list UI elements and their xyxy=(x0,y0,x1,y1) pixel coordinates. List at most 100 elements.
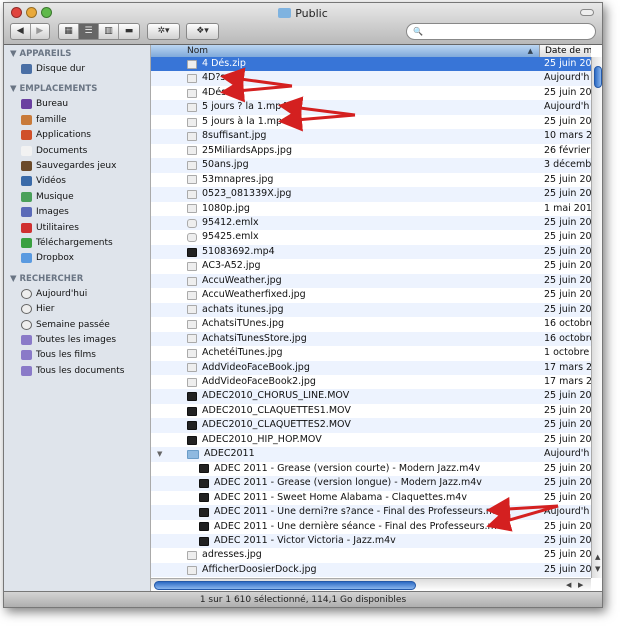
sidebar-item[interactable]: Téléchargements xyxy=(21,238,113,248)
file-row[interactable]: 8suffisant.jpg 10 mars 2 xyxy=(151,129,591,144)
file-row[interactable]: 51083692.mp4 25 juin 20 xyxy=(151,244,591,260)
file-row[interactable]: 95412.emlx 25 juin 20 xyxy=(151,215,591,231)
sort-ascending-icon: ▲ xyxy=(527,47,533,55)
file-row[interactable]: 95425.emlx 25 juin 20 xyxy=(151,230,591,244)
sidebar-item[interactable]: famille xyxy=(21,114,67,125)
file-row[interactable]: 4D?s Aujourd'h xyxy=(151,71,591,86)
file-row[interactable]: AccuWeather.jpg 25 juin 20 xyxy=(151,273,591,289)
file-name: 25MiliardsApps.jpg xyxy=(187,144,292,158)
file-row[interactable]: 4 Dés.zip 25 juin 20 xyxy=(151,57,591,72)
vertical-scrollbar[interactable]: ▲ ▼ xyxy=(591,57,602,578)
file-row[interactable]: 0523_081339X.jpg 25 juin 20 xyxy=(151,187,591,202)
search-field[interactable]: 🔍 xyxy=(406,23,596,40)
video-file-icon xyxy=(199,464,209,474)
file-row[interactable]: ADEC 2011 - Grease (version longue) - Mo… xyxy=(151,476,591,491)
sidebar-item[interactable]: Disque dur xyxy=(21,64,85,74)
file-name-text: ADEC 2011 - Grease (version longue) - Mo… xyxy=(214,477,482,489)
file-row[interactable]: 5 jours ? la 1.mp4 Aujourd'h xyxy=(151,100,591,115)
action-menu-button[interactable]: ✲▾ xyxy=(147,23,180,40)
file-row[interactable]: AchatsiTUnes.jpg 16 octobre xyxy=(151,317,591,331)
back-button[interactable]: ◀ xyxy=(11,24,31,39)
file-row[interactable]: AfficherDoosierDock.jpg 25 juin 20 xyxy=(151,562,591,578)
file-name-text: 8suffisant.jpg xyxy=(202,130,267,142)
file-icon xyxy=(187,189,197,199)
sidebar-item[interactable]: Applications xyxy=(21,130,91,141)
scroll-down-arrow[interactable]: ▼ xyxy=(595,565,600,573)
file-row[interactable]: ADEC 2011 - Grease (version courte) - Mo… xyxy=(151,462,591,476)
video-file-icon xyxy=(187,421,197,431)
file-date: 17 mars 2 xyxy=(544,375,591,387)
file-row[interactable]: achats itunes.jpg 25 juin 20 xyxy=(151,302,591,318)
music-icon xyxy=(21,191,32,202)
sidebar-item[interactable]: Tous les films xyxy=(21,350,96,361)
sidebar-item[interactable]: Bureau xyxy=(21,99,68,110)
file-row[interactable]: 5 jours à la 1.mp4 25 juin 20 xyxy=(151,115,591,129)
file-row[interactable]: AddVideoFaceBook.jpg 17 mars 2 xyxy=(151,360,591,375)
file-row[interactable]: AchatsiTunesStore.jpg 16 octobre xyxy=(151,331,591,347)
sidebar-item[interactable]: Documents xyxy=(21,145,87,156)
mail-file-icon xyxy=(187,233,197,243)
column-header-date[interactable]: Date de mo xyxy=(539,45,591,57)
file-row[interactable]: 4Dés 25 juin 20 xyxy=(151,86,591,100)
toolbar-toggle-button[interactable] xyxy=(580,9,594,16)
file-name: 4D?s xyxy=(187,71,225,85)
file-name-text: 1080p.jpg xyxy=(202,202,250,214)
scroll-up-arrow[interactable]: ▲ xyxy=(595,553,600,561)
column-view-button[interactable]: ▥ xyxy=(99,24,119,39)
file-row[interactable]: ▼ ADEC2011 Aujourd'h xyxy=(151,447,591,462)
mail-file-icon xyxy=(187,218,197,228)
sidebar-item-label: Aujourd'hui xyxy=(36,288,88,299)
file-name: AddVideoFaceBook2.jpg xyxy=(187,375,316,389)
coverflow-view-button[interactable]: ▬ xyxy=(119,24,139,39)
sidebar-item[interactable]: Aujourd'hui xyxy=(21,288,88,299)
column-header-name[interactable]: Nom ▲ xyxy=(151,45,539,57)
horizontal-scroll-thumb[interactable] xyxy=(154,581,416,590)
file-row[interactable]: AddVideoFaceBook2.jpg 17 mars 2 xyxy=(151,375,591,389)
sidebar-item[interactable]: Tous les documents xyxy=(21,365,125,376)
sidebar-item[interactable]: Musique xyxy=(21,191,74,202)
file-name-text: 53mnapres.jpg xyxy=(202,173,274,185)
file-name-text: 4 Dés.zip xyxy=(202,58,246,69)
forward-button[interactable]: ▶ xyxy=(31,24,50,39)
sidebar-item[interactable]: Utilitaires xyxy=(21,222,79,233)
file-name: ADEC2011 xyxy=(187,447,255,461)
dropbox-menu-button[interactable]: ❖▾ xyxy=(186,23,219,40)
disclosure-triangle-icon[interactable]: ▼ xyxy=(157,447,162,461)
icon-view-button[interactable]: ▦ xyxy=(59,24,79,39)
file-row[interactable]: ADEC2010_CLAQUETTES1.MOV 25 juin 20 xyxy=(151,404,591,418)
file-row[interactable]: ADEC2010_CLAQUETTES2.MOV 25 juin 20 xyxy=(151,418,591,433)
file-name: adresses.jpg xyxy=(187,548,262,562)
file-row[interactable]: AccuWeatherfixed.jpg 25 juin 20 xyxy=(151,288,591,302)
sidebar-item-label: Tous les documents xyxy=(36,365,125,376)
scroll-right-arrow[interactable]: ▶ xyxy=(578,581,583,589)
sidebar-item[interactable]: Toutes les images xyxy=(21,335,116,345)
list-view-button[interactable]: ☰ xyxy=(79,24,99,39)
scroll-left-arrow[interactable]: ◀ xyxy=(566,581,571,589)
file-row[interactable]: ADEC 2011 - Une dernière séance - Final … xyxy=(151,520,591,534)
file-row[interactable]: 1080p.jpg 1 mai 201 xyxy=(151,202,591,216)
file-icon xyxy=(187,204,197,214)
vertical-scroll-thumb[interactable] xyxy=(594,66,602,88)
file-row[interactable]: ADEC 2011 - Une derni?re s?ance - Final … xyxy=(151,505,591,520)
file-row[interactable]: 50ans.jpg 3 décemb xyxy=(151,158,591,173)
file-row[interactable]: 53mnapres.jpg 25 juin 20 xyxy=(151,173,591,187)
horizontal-scrollbar[interactable]: ◀ ▶ xyxy=(151,578,591,591)
sidebar-item[interactable]: Hier xyxy=(21,304,55,315)
file-row[interactable]: ADEC 2011 - Victor Victoria - Jazz.m4v 25… xyxy=(151,533,591,549)
sidebar-item[interactable]: Vidéos xyxy=(21,176,66,187)
file-row[interactable]: ADEC2010_HIP_HOP.MOV 25 juin 20 xyxy=(151,433,591,447)
file-row[interactable]: adresses.jpg 25 juin 20 xyxy=(151,548,591,562)
sidebar-item[interactable]: Images xyxy=(21,207,69,218)
file-row[interactable]: AC3-A52.jpg 25 juin 20 xyxy=(151,259,591,273)
sidebar-item[interactable]: Dropbox xyxy=(21,253,74,264)
file-row[interactable]: AchetéiTunes.jpg 1 octobre xyxy=(151,346,591,360)
sidebar-section-header[interactable]: ▼ EMPLACEMENTS xyxy=(10,84,97,94)
sidebar-item[interactable]: Semaine passée xyxy=(21,319,110,330)
file-row[interactable]: ADEC2010_CHORUS_LINE.MOV 25 juin 20 xyxy=(151,389,591,404)
sidebar-section-header[interactable]: ▼ RECHERCHER xyxy=(10,274,83,284)
file-row[interactable]: ADEC 2011 - Sweet Home Alabama - Claquet… xyxy=(151,491,591,505)
sidebar-section-header[interactable]: ▼ APPAREILS xyxy=(10,49,71,59)
file-row[interactable]: 25MiliardsApps.jpg 26 février xyxy=(151,144,591,158)
sidebar-item[interactable]: Sauvegardes jeux xyxy=(21,161,116,171)
file-name-text: 0523_081339X.jpg xyxy=(202,188,292,200)
